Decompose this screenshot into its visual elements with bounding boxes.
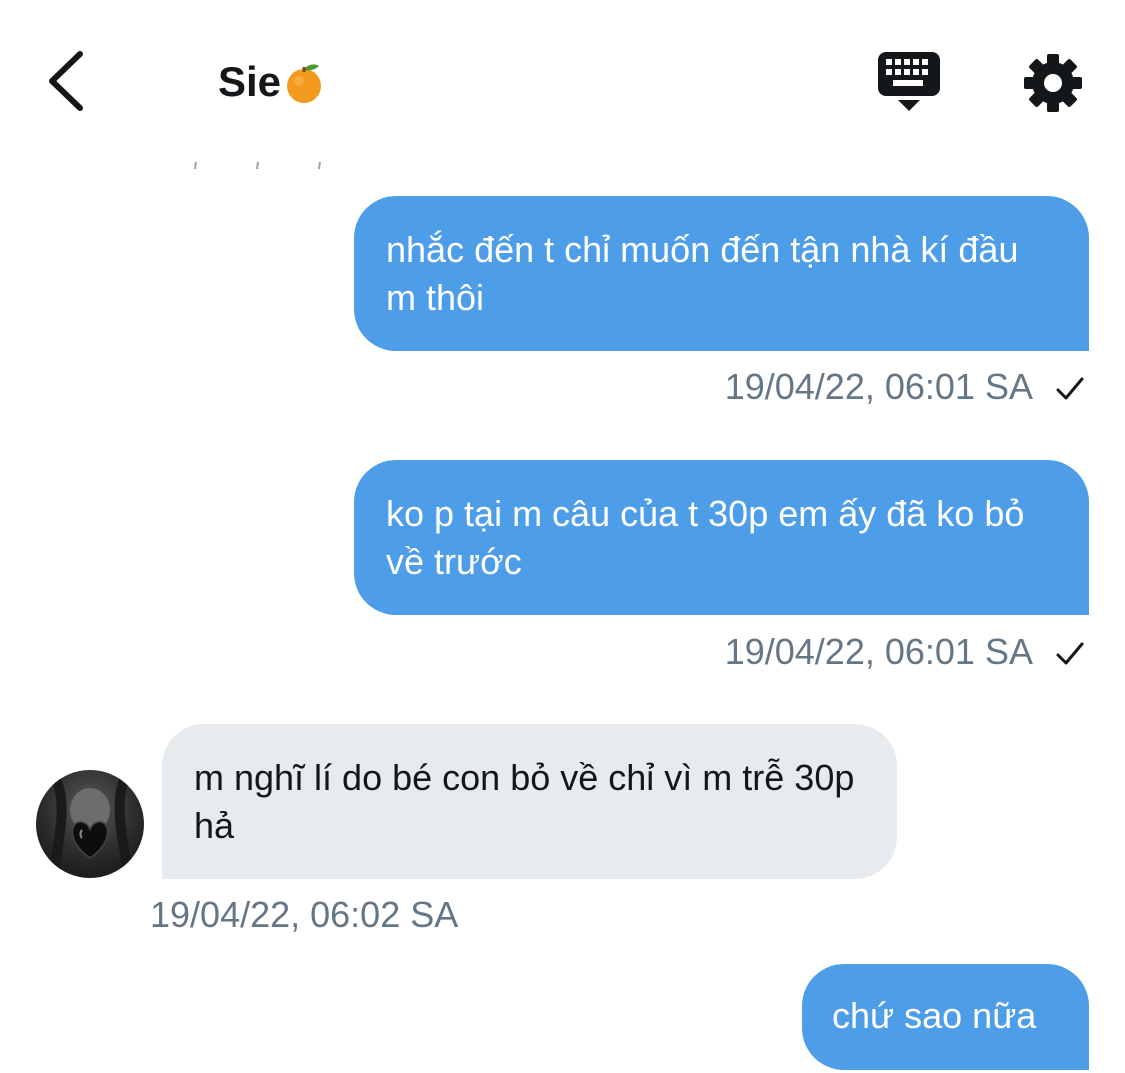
message-timestamp: 19/04/22, 06:01 SA xyxy=(724,366,1031,407)
conversation-header: Sie xyxy=(0,0,1125,160)
conversation-title[interactable]: Sie xyxy=(218,58,323,106)
outgoing-message-bubble[interactable]: chứ sao nữa xyxy=(802,964,1089,1070)
black-heart-avatar xyxy=(49,777,133,871)
outgoing-message-bubble[interactable]: ko p tại m câu của t 30p em ấy đã ko bỏ … xyxy=(354,460,1089,615)
keyboard-hide-icon xyxy=(878,52,940,111)
message-timestamp: 19/04/22, 06:02 SA xyxy=(150,894,459,935)
settings-button[interactable] xyxy=(1022,52,1084,114)
message-text: chứ sao nữa xyxy=(832,995,1037,1036)
message-meta: 19/04/22, 06:01 SA xyxy=(725,366,1085,408)
message-text: ko p tại m câu của t 30p em ấy đã ko bỏ … xyxy=(386,493,1025,582)
gear-icon xyxy=(1024,54,1082,112)
contact-avatar[interactable] xyxy=(36,770,144,878)
message-meta: 19/04/22, 06:02 SA xyxy=(150,894,458,936)
back-button[interactable] xyxy=(40,48,100,114)
check-icon xyxy=(1056,377,1084,400)
keyboard-toggle-button[interactable] xyxy=(876,50,942,114)
incoming-message-bubble[interactable]: m nghĩ lí do bé con bỏ về chỉ vì m trễ 3… xyxy=(162,724,897,879)
contact-name: Sie xyxy=(218,58,282,105)
message-meta: 19/04/22, 06:01 SA xyxy=(725,631,1085,673)
outgoing-message-bubble[interactable]: nhắc đến t chỉ muốn đến tận nhà kí đầu m… xyxy=(354,196,1089,351)
chevron-left-icon xyxy=(49,51,83,111)
scroll-residue-marks xyxy=(194,161,321,170)
orange-emoji-icon xyxy=(285,60,323,104)
check-icon xyxy=(1056,642,1084,665)
message-text: nhắc đến t chỉ muốn đến tận nhà kí đầu m… xyxy=(386,229,1019,318)
message-text: m nghĩ lí do bé con bỏ về chỉ vì m trễ 3… xyxy=(194,757,855,846)
message-timestamp: 19/04/22, 06:01 SA xyxy=(724,631,1031,672)
